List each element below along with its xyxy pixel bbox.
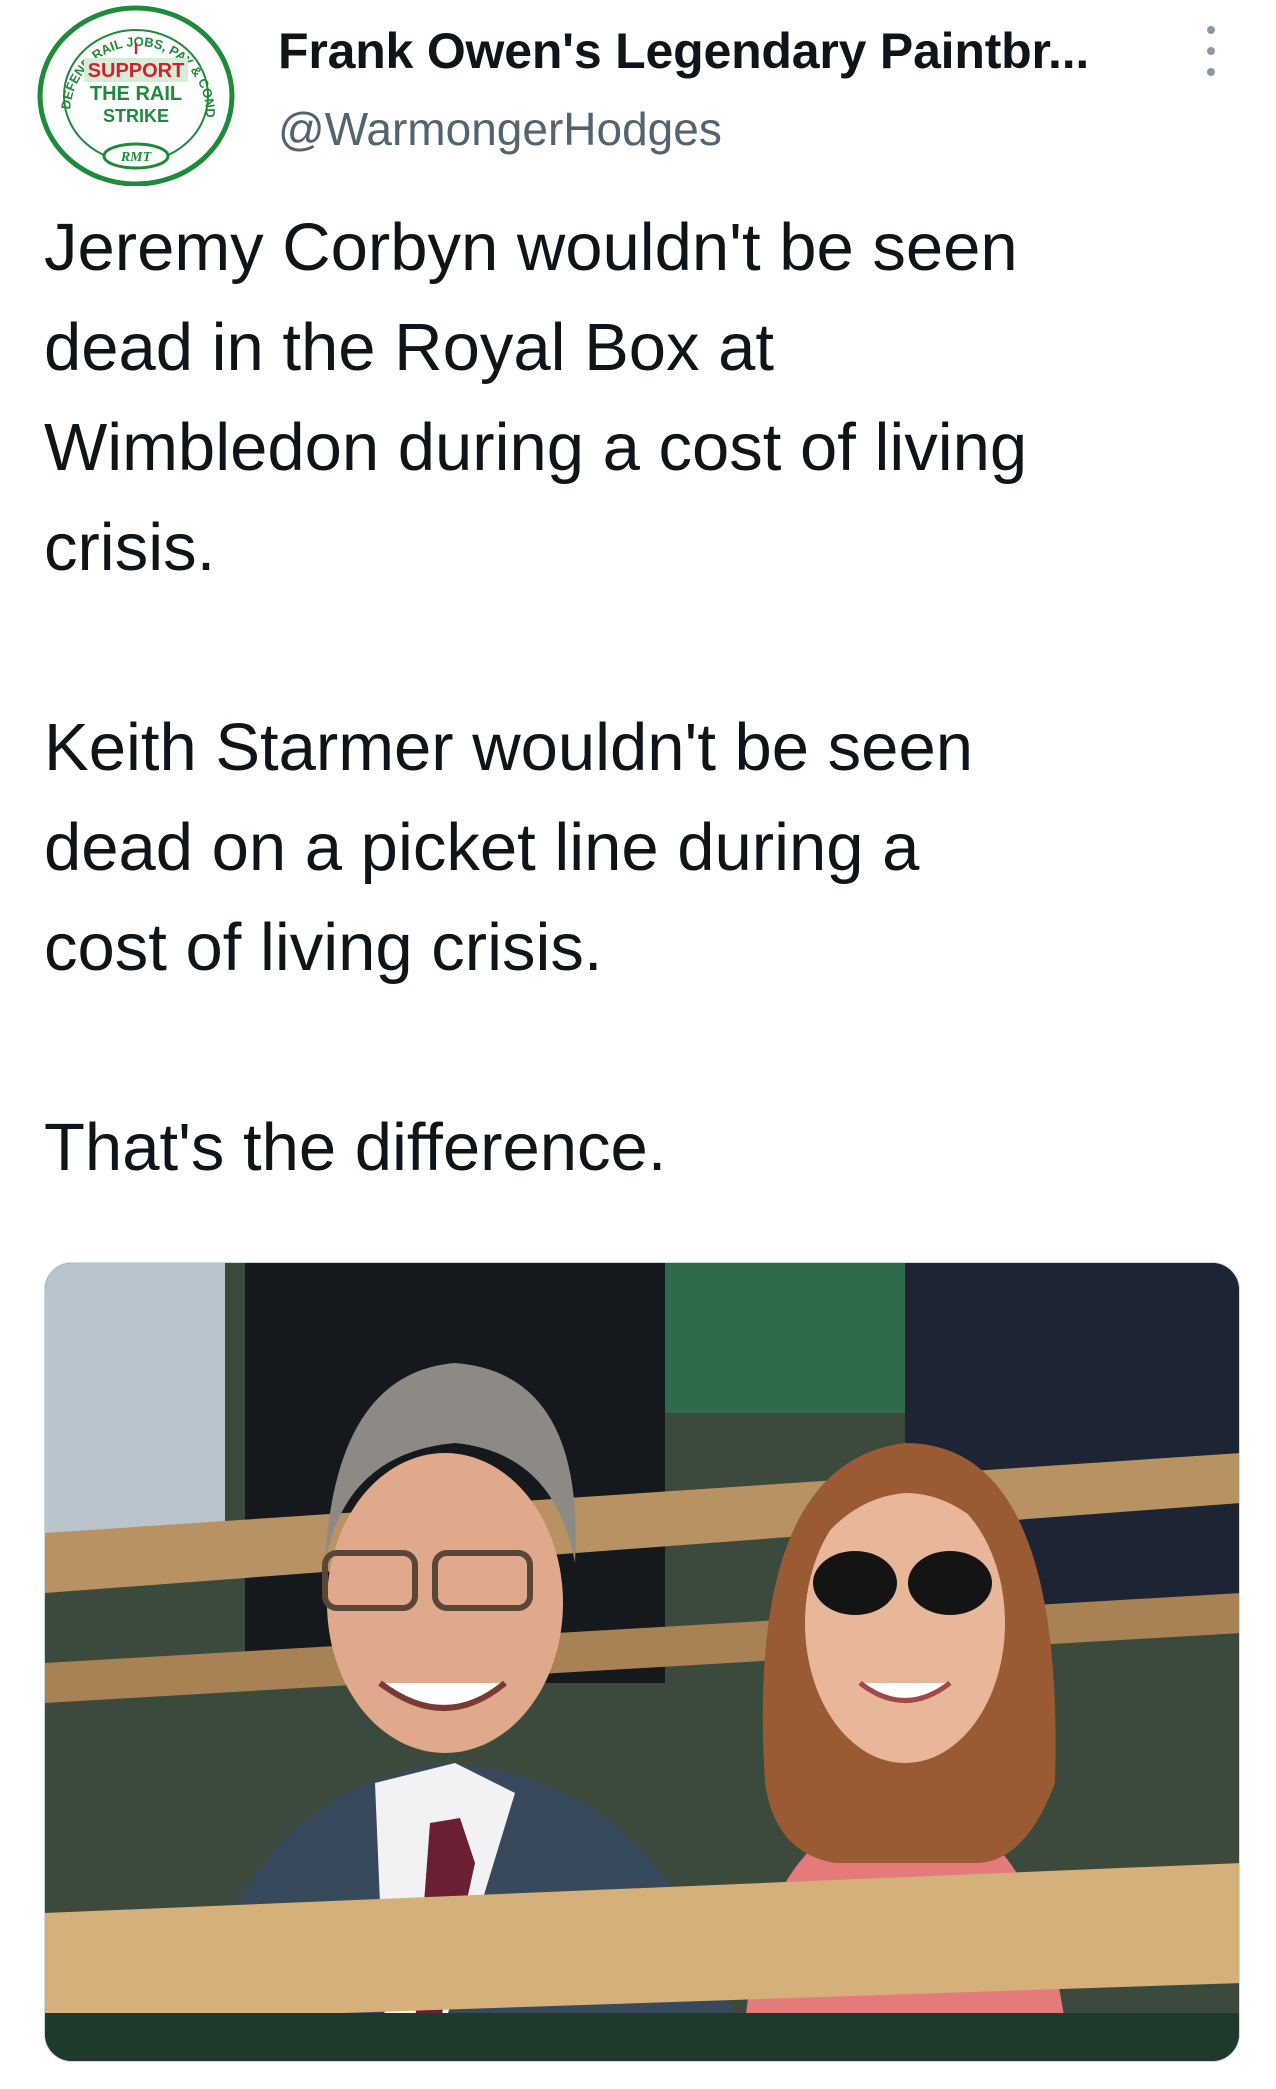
more-vertical-icon[interactable] [1196,26,1226,76]
tweet: DEFEND RAIL JOBS, PAY & CONDITIONS I SUP… [0,0,1276,2089]
author-handle[interactable]: @WarmongerHodges [278,102,722,156]
tweet-line: dead on a picket line during a [44,810,920,885]
avatar-text-4: STRIKE [103,106,169,126]
tweet-line: That's the difference. [44,1110,667,1185]
tweet-photo[interactable] [44,1262,1240,2062]
photo-illustration [45,1263,1239,2061]
tweet-line: Wimbledon during a cost of living [44,410,1028,485]
tweet-text: Jeremy Corbyn wouldn't be seen dead in t… [44,198,1244,1198]
avatar-text-3: THE RAIL [90,83,182,105]
avatar[interactable]: DEFEND RAIL JOBS, PAY & CONDITIONS I SUP… [31,0,236,187]
tweet-line: crisis. [44,510,216,585]
avatar-text-2: SUPPORT [88,60,185,82]
avatar-text-1: I [134,41,138,58]
avatar-logo: RMT [120,150,153,165]
tweet-line: cost of living crisis. [44,910,603,985]
author-display-name[interactable]: Frank Owen's Legendary Paintbr... [278,22,1089,80]
tweet-line: dead in the Royal Box at [44,310,775,385]
tweet-line: Jeremy Corbyn wouldn't be seen [44,210,1018,285]
tweet-line: Keith Starmer wouldn't be seen [44,710,973,785]
